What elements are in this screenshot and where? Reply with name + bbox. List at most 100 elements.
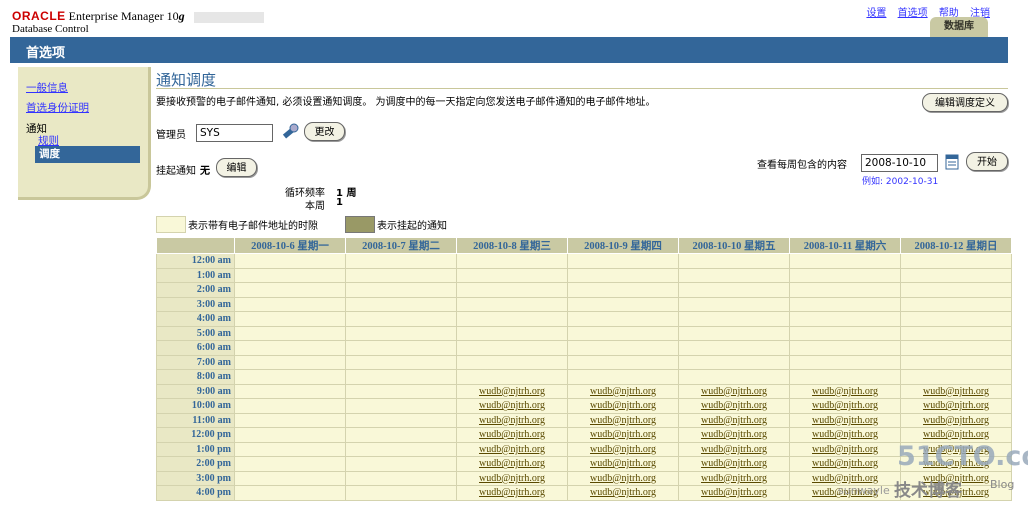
legend-suspended-swatch (345, 216, 375, 233)
header: ORACLE Enterprise Manager 10g Database C… (0, 0, 1028, 37)
time-slot: wudb@njtrh.org (678, 383, 790, 399)
sidebar-item-general[interactable]: 一般信息 (26, 80, 68, 95)
time-slot (345, 485, 457, 501)
email-link[interactable]: wudb@njtrh.org (701, 473, 767, 484)
change-button[interactable]: 更改 (304, 122, 345, 141)
email-link[interactable]: wudb@njtrh.org (812, 386, 878, 397)
email-link[interactable]: wudb@njtrh.org (590, 487, 656, 498)
email-link[interactable]: wudb@njtrh.org (812, 429, 878, 440)
time-slot: wudb@njtrh.org (900, 398, 1012, 414)
time-slot (900, 354, 1012, 370)
email-link[interactable]: wudb@njtrh.org (923, 429, 989, 440)
time-slot (789, 311, 901, 327)
email-link[interactable]: wudb@njtrh.org (479, 444, 545, 455)
email-link[interactable]: wudb@njtrh.org (812, 473, 878, 484)
email-link[interactable]: wudb@njtrh.org (590, 400, 656, 411)
email-link[interactable]: wudb@njtrh.org (590, 429, 656, 440)
email-link[interactable]: wudb@njtrh.org (590, 458, 656, 469)
time-slot (678, 325, 790, 341)
email-link[interactable]: wudb@njtrh.org (701, 400, 767, 411)
time-slot (567, 253, 679, 269)
day-header: 2008-10-10 星期五 (678, 237, 790, 254)
time-slot (234, 325, 346, 341)
link-preferences[interactable]: 首选项 (898, 8, 928, 19)
time-slot (900, 369, 1012, 385)
time-label: 4:00 pm (156, 485, 235, 501)
email-link[interactable]: wudb@njtrh.org (812, 444, 878, 455)
time-slot (900, 311, 1012, 327)
email-link[interactable]: wudb@njtrh.org (923, 386, 989, 397)
time-slot: wudb@njtrh.org (789, 441, 901, 457)
email-link[interactable]: wudb@njtrh.org (590, 415, 656, 426)
email-link[interactable]: wudb@njtrh.org (812, 458, 878, 469)
edit-schedule-button[interactable]: 编辑调度定义 (922, 93, 1008, 112)
time-slot (234, 441, 346, 457)
time-slot (789, 369, 901, 385)
email-link[interactable]: wudb@njtrh.org (590, 386, 656, 397)
time-slot (345, 325, 457, 341)
email-link[interactable]: wudb@njtrh.org (812, 400, 878, 411)
time-slot (456, 253, 568, 269)
time-slot: wudb@njtrh.org (789, 383, 901, 399)
time-slot (900, 325, 1012, 341)
time-slot (234, 383, 346, 399)
time-slot (900, 267, 1012, 283)
time-slot: wudb@njtrh.org (678, 470, 790, 486)
time-slot (345, 470, 457, 486)
day-header: 2008-10-11 星期六 (789, 237, 901, 254)
email-link[interactable]: wudb@njtrh.org (701, 386, 767, 397)
time-slot (567, 325, 679, 341)
time-slot (456, 325, 568, 341)
email-link[interactable]: wudb@njtrh.org (701, 458, 767, 469)
email-link[interactable]: wudb@njtrh.org (812, 415, 878, 426)
email-link[interactable]: wudb@njtrh.org (479, 458, 545, 469)
sidebar-item-schedule[interactable]: 调度 (35, 146, 140, 163)
email-link[interactable]: wudb@njtrh.org (479, 473, 545, 484)
email-link[interactable]: wudb@njtrh.org (479, 415, 545, 426)
time-slot: wudb@njtrh.org (900, 412, 1012, 428)
email-link[interactable]: wudb@njtrh.org (479, 386, 545, 397)
time-label: 1:00 pm (156, 441, 235, 457)
flashlight-search-icon[interactable] (280, 122, 300, 142)
email-link[interactable]: wudb@njtrh.org (479, 400, 545, 411)
email-link[interactable]: wudb@njtrh.org (590, 473, 656, 484)
time-slot: wudb@njtrh.org (789, 398, 901, 414)
email-link[interactable]: wudb@njtrh.org (701, 415, 767, 426)
email-link[interactable]: wudb@njtrh.org (923, 400, 989, 411)
time-slot: wudb@njtrh.org (567, 441, 679, 457)
calendar-corner (156, 237, 235, 254)
legend-email-swatch (156, 216, 186, 233)
this-week-label: 本周 (305, 201, 325, 212)
email-link[interactable]: wudb@njtrh.org (701, 444, 767, 455)
edit-button[interactable]: 编辑 (216, 158, 257, 177)
sidebar-item-credentials[interactable]: 首选身份证明 (26, 100, 89, 115)
time-slot (234, 485, 346, 501)
admin-input[interactable]: SYS (196, 124, 273, 142)
tab-database[interactable]: 数据库 (930, 17, 988, 37)
time-slot (234, 282, 346, 298)
email-link[interactable]: wudb@njtrh.org (590, 444, 656, 455)
view-week-date-input[interactable]: 2008-10-10 (861, 154, 938, 172)
calendar-icon[interactable] (945, 154, 959, 170)
time-slot (678, 282, 790, 298)
time-slot (345, 282, 457, 298)
this-week-value: 1 (336, 197, 343, 208)
time-slot: wudb@njtrh.org (567, 398, 679, 414)
email-link[interactable]: wudb@njtrh.org (479, 429, 545, 440)
link-setup[interactable]: 设置 (866, 8, 886, 19)
time-label: 2:00 am (156, 282, 235, 298)
email-link[interactable]: wudb@njtrh.org (923, 415, 989, 426)
watermark-sub: 技术博客 (894, 481, 962, 501)
watermark-site: 51CTO.com (897, 441, 1028, 472)
time-slot (789, 267, 901, 283)
time-slot (345, 441, 457, 457)
start-button[interactable]: 开始 (966, 152, 1008, 171)
time-slot (234, 369, 346, 385)
time-slot (678, 311, 790, 327)
page-title: 首选项 (26, 46, 66, 61)
admin-label: 管理员 (156, 130, 186, 141)
email-link[interactable]: wudb@njtrh.org (701, 429, 767, 440)
email-link[interactable]: wudb@njtrh.org (701, 487, 767, 498)
time-row: 1:00 pm wudb@njtrh.org wudb@njtrh.org wudb@… (156, 441, 1012, 457)
email-link[interactable]: wudb@njtrh.org (479, 487, 545, 498)
